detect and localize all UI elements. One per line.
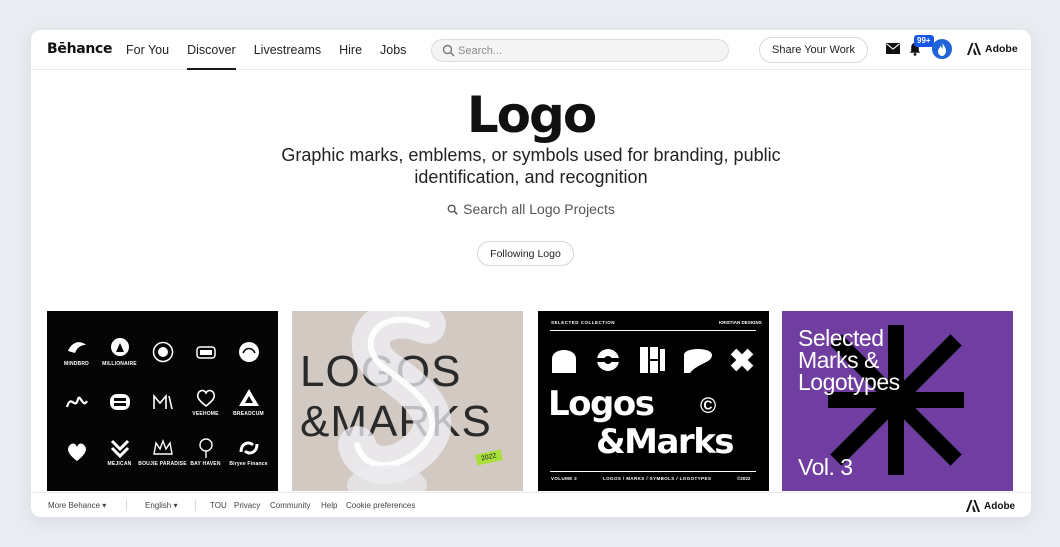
round-badge-icon	[152, 341, 173, 363]
logo-mindbrd: MINDBRD	[55, 333, 98, 371]
adobe-link[interactable]: Adobe	[967, 43, 1018, 55]
search-input[interactable]	[458, 43, 718, 59]
language-selector[interactable]: English ▾	[145, 501, 177, 510]
footer-bar: More Behance ▾ English ▾ TOU Privacy Com…	[31, 492, 1031, 517]
search-logo-projects-link[interactable]: Search all Logo Projects	[31, 201, 1031, 217]
monogram-icon	[152, 393, 173, 410]
cover-footer-left: VOLUME 2	[551, 476, 578, 481]
top-navigation-bar: Bēhance For You Discover Livestreams Hir…	[31, 30, 1031, 70]
logo-mejican: MEJICAN	[98, 433, 141, 471]
notification-badge: 99+	[914, 35, 934, 47]
divider	[195, 500, 196, 511]
nav-for-you[interactable]: For You	[126, 30, 169, 70]
search-icon	[442, 44, 455, 57]
cover-volume: Vol. 3	[798, 454, 853, 480]
browser-window: Bēhance For You Discover Livestreams Hir…	[31, 30, 1031, 517]
project-card-logo-collection[interactable]: MINDBRD MILLIONAIRE VEEHOME BREADCUM MEJ…	[47, 311, 278, 491]
nav-livestreams[interactable]: Livestreams	[254, 30, 321, 70]
avatar[interactable]	[932, 39, 952, 59]
nav-hire[interactable]: Hire	[339, 30, 362, 70]
following-logo-button[interactable]: Following Logo	[477, 241, 574, 266]
cover-header-right: KRISTIAN DESIGNS	[719, 320, 762, 325]
round-script-icon	[238, 342, 259, 362]
logo-monogram	[141, 383, 184, 421]
logo-bay-haven: BAY HAVEN	[184, 433, 227, 471]
chevron-logo-icon	[110, 439, 129, 459]
project-card-logos-marks-2022[interactable]: LOGOS &MARKS 2022	[292, 311, 523, 491]
bird-logo-icon	[67, 342, 86, 353]
kids-boom-icon	[109, 394, 130, 410]
runner-logo-icon	[110, 338, 129, 356]
heart-logo-icon	[67, 443, 86, 461]
cover-header-left: SELECTED COLLECTION	[551, 320, 616, 325]
cover-title: Selected Marks & Logotypes	[798, 325, 900, 395]
cover-footer-right: ©2022	[737, 476, 751, 481]
logo-round-script	[227, 333, 270, 371]
truck-badge-icon	[195, 346, 216, 359]
behance-logo[interactable]: Bēhance	[47, 41, 113, 57]
search-bar[interactable]	[431, 39, 729, 62]
swirl-logo-icon	[239, 441, 258, 455]
logo-millionaire: MILLIONAIRE	[98, 333, 141, 371]
footer-link-community[interactable]: Community	[270, 501, 310, 510]
logo-boujie-paradise: BOUJIE PARADISE	[138, 433, 187, 471]
logo-heart-script	[55, 433, 98, 471]
adobe-logo-icon	[967, 43, 981, 55]
share-your-work-button[interactable]: Share Your Work	[759, 37, 868, 63]
search-icon	[447, 204, 458, 215]
project-card-logos-marks-vol2[interactable]: SELECTED COLLECTION KRISTIAN DESIGNS Log…	[538, 311, 769, 491]
main-nav: For You Discover Livestreams Hire Jobs	[126, 30, 424, 70]
page-title: Logo	[466, 86, 597, 144]
cover-footer-mid: LOGOS / MARKS / SYMBOLS / LOGOTYPES	[603, 476, 712, 481]
logo-breadcum: BREADCUM	[227, 383, 270, 421]
adobe-footer-link[interactable]: Adobe	[966, 500, 1015, 512]
crown-logo-icon	[152, 439, 173, 455]
copyright-mark: ©	[700, 393, 717, 418]
flame-icon	[938, 42, 946, 56]
adobe-label: Adobe	[985, 43, 1018, 55]
nav-jobs[interactable]: Jobs	[380, 30, 406, 70]
project-card-selected-marks-vol3[interactable]: Selected Marks & Logotypes Vol. 3	[782, 311, 1013, 491]
cover-line-1: Logos	[548, 384, 655, 424]
script-logo-icon	[65, 396, 88, 408]
glass-s-shape	[338, 311, 452, 491]
nav-discover[interactable]: Discover	[187, 30, 236, 70]
logo-script-yana	[55, 383, 98, 421]
logo-badge-round	[141, 333, 184, 371]
divider	[126, 500, 127, 511]
cover-line-2: &Marks	[596, 422, 735, 462]
more-behance-menu[interactable]: More Behance ▾	[48, 501, 106, 510]
adobe-label: Adobe	[984, 500, 1016, 512]
divider	[550, 330, 756, 331]
search-logo-projects-label: Search all Logo Projects	[463, 201, 615, 217]
mark-icons-row	[552, 347, 754, 373]
footer-link-privacy[interactable]: Privacy	[234, 501, 260, 510]
footer-link-help[interactable]: Help	[321, 501, 337, 510]
mail-icon[interactable]	[886, 43, 900, 54]
logo-biryee-finance: Biryee Finance	[227, 433, 270, 471]
tree-logo-icon	[198, 438, 213, 458]
logo-grid: MINDBRD MILLIONAIRE VEEHOME BREADCUM MEJ…	[55, 333, 270, 471]
logo-veehome: VEEHOME	[184, 383, 227, 421]
footer-link-cookie-preferences[interactable]: Cookie preferences	[346, 501, 415, 510]
logo-kids-boom	[98, 383, 141, 421]
page-description: Graphic marks, emblems, or symbols used …	[281, 145, 781, 187]
footer-link-tou[interactable]: TOU	[210, 501, 227, 510]
logo-truck-badge	[184, 333, 227, 371]
triangle-logo-icon	[238, 389, 259, 406]
adobe-logo-icon	[966, 500, 980, 512]
heart-house-icon	[196, 389, 215, 408]
divider	[550, 471, 756, 472]
